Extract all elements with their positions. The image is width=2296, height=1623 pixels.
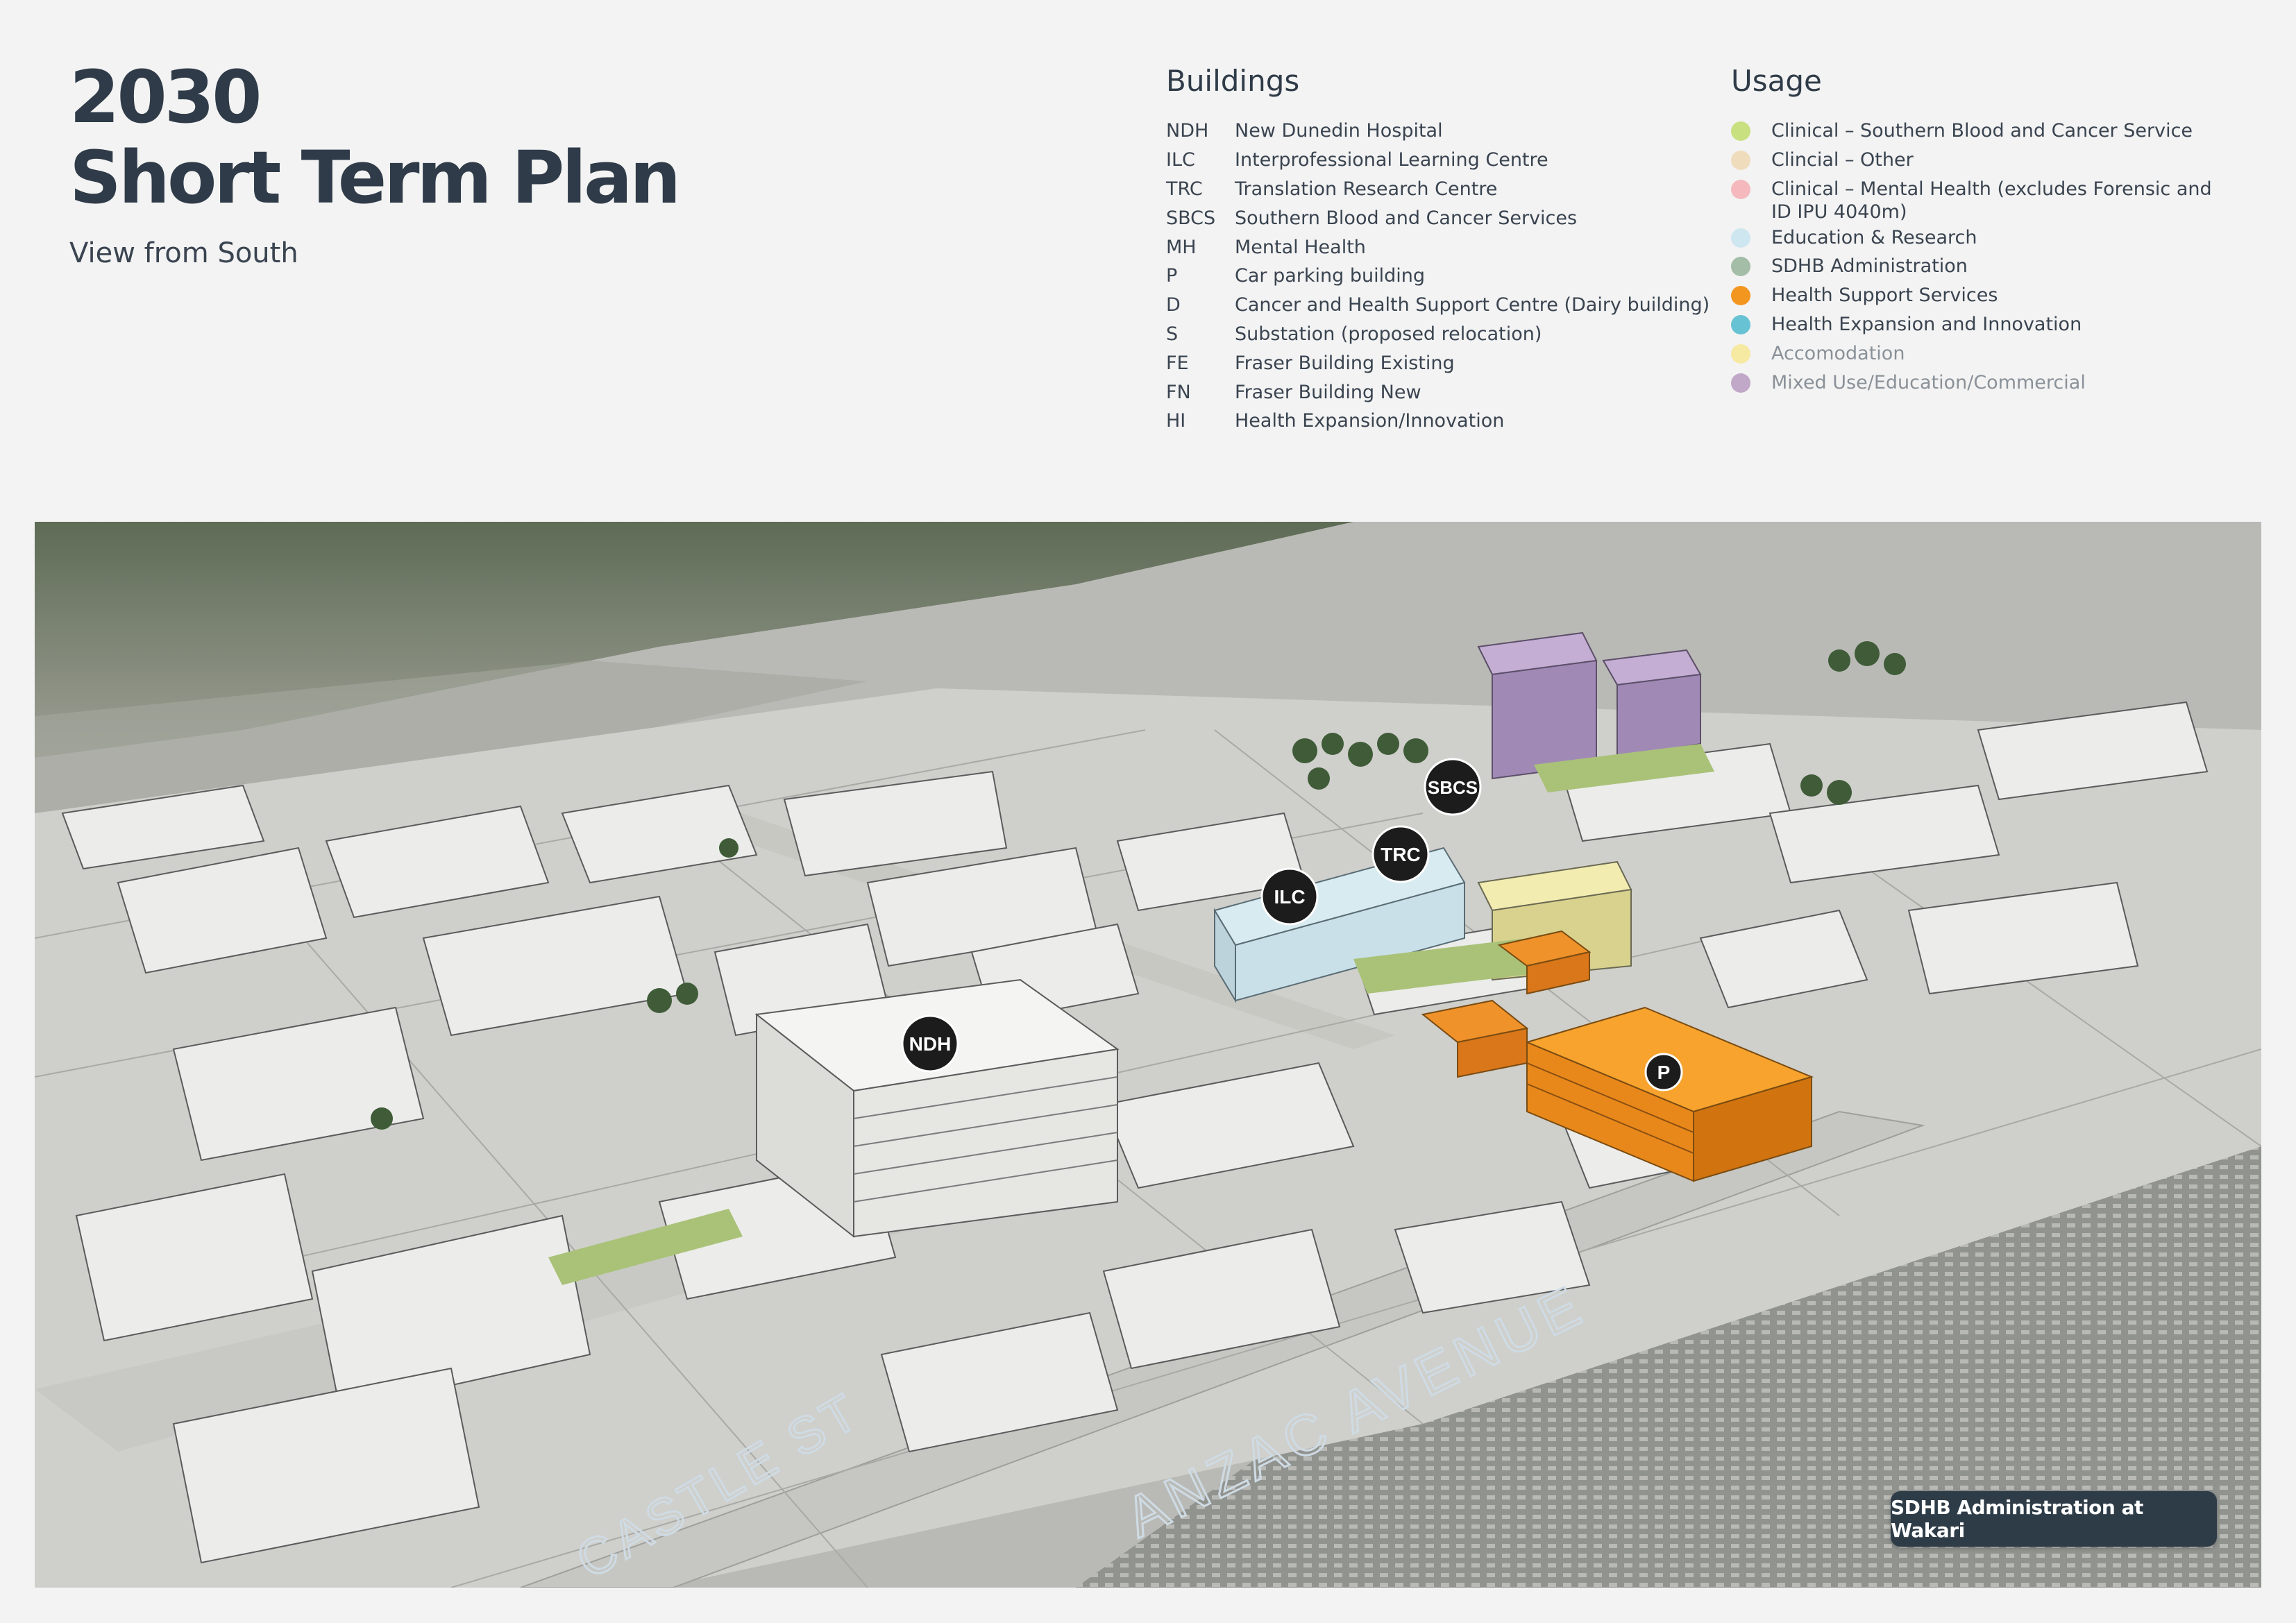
marker-label: TRC	[1381, 844, 1421, 865]
marker-ilc[interactable]: ILC	[1260, 867, 1319, 926]
building-name: Substation (proposed relocation)	[1235, 323, 1542, 345]
building-name: Translation Research Centre	[1235, 178, 1498, 200]
usage-row: Clinical – Mental Health (excludes Foren…	[1731, 175, 2231, 223]
wakari-administration-button[interactable]: SDHB Administration at Wakari	[1891, 1491, 2217, 1547]
legend-row: S Substation (proposed relocation)	[1166, 320, 1710, 349]
building-code: FE	[1166, 352, 1189, 374]
legend-row: FE Fraser Building Existing	[1166, 348, 1710, 377]
building-code: TRC	[1166, 178, 1203, 200]
building-name: Interprofessional Learning Centre	[1235, 149, 1548, 171]
usage-color-dot	[1731, 343, 1750, 364]
city-map: CASTLE ST ANZAC AVENUE NDH ILC TRC SBCS	[35, 522, 2261, 1588]
usage-label: Mixed Use/Education/Commercial	[1771, 371, 2086, 393]
building-code: SBCS	[1166, 207, 1216, 229]
legend-row: D Cancer and Health Support Centre (Dairy…	[1166, 291, 1710, 320]
legend-row: FN Fraser Building New	[1166, 377, 1710, 407]
usage-label: Health Expansion and Innovation	[1771, 313, 2082, 335]
usage-row: Clincial – Other	[1731, 146, 2231, 175]
usage-color-dot	[1731, 179, 1750, 199]
usage-label: Health Support Services	[1771, 284, 1998, 307]
building-code: FN	[1166, 381, 1191, 403]
page-title: 2030 Short Term Plan	[69, 55, 681, 220]
usage-row: Mixed Use/Education/Commercial	[1731, 368, 2231, 398]
usage-legend: Clinical – Southern Blood and Cancer Ser…	[1731, 117, 2231, 397]
usage-label: Accomodation	[1771, 342, 1905, 364]
usage-color-dot	[1731, 150, 1750, 170]
building-name: Mental Health	[1235, 236, 1366, 258]
building-name: Health Expansion/Innovation	[1235, 410, 1505, 432]
page-subtitle: View from South	[69, 237, 298, 269]
legend-row: MH Mental Health	[1166, 232, 1710, 262]
building-code: S	[1166, 323, 1179, 345]
marker-trc[interactable]: TRC	[1371, 825, 1430, 883]
legend-row: HI Health Expansion/Innovation	[1166, 407, 1710, 436]
building-name: Southern Blood and Cancer Services	[1235, 207, 1578, 229]
buildings-legend: NDH New Dunedin Hospital ILC Interprofessi…	[1166, 117, 1710, 436]
building-name: New Dunedin Hospital	[1235, 120, 1443, 142]
buildings-heading: Buildings	[1166, 64, 1300, 98]
building-code: P	[1166, 265, 1178, 287]
building-name: Fraser Building New	[1235, 381, 1421, 403]
usage-color-dot	[1731, 286, 1750, 306]
legend-row: P Car parking building	[1166, 262, 1710, 291]
title-plan: Short Term Plan	[69, 135, 681, 220]
marker-label: ILC	[1274, 886, 1305, 908]
usage-color-dot	[1731, 257, 1750, 277]
marker-label: NDH	[909, 1033, 952, 1055]
legend-row: ILC Interprofessional Learning Centre	[1166, 146, 1710, 175]
marker-sbcs[interactable]: SBCS	[1424, 758, 1482, 816]
usage-label: Education & Research	[1771, 226, 1977, 248]
legend-row: TRC Translation Research Centre	[1166, 175, 1710, 204]
usage-label: SDHB Administration	[1771, 255, 1968, 278]
usage-row: Education & Research	[1731, 223, 2231, 253]
title-year: 2030	[69, 55, 262, 139]
usage-heading: Usage	[1731, 64, 1822, 98]
usage-label: Clinical – Southern Blood and Cancer Ser…	[1771, 120, 2193, 142]
building-code: HI	[1166, 410, 1186, 432]
usage-row: Accomodation	[1731, 339, 2231, 368]
building-code: MH	[1166, 236, 1197, 258]
marker-ndh[interactable]: NDH	[901, 1014, 959, 1073]
usage-label: Clincial – Other	[1771, 148, 1914, 171]
usage-row: Health Expansion and Innovation	[1731, 310, 2231, 339]
usage-label: Clinical – Mental Health (excludes Foren…	[1771, 178, 2212, 223]
usage-row: Clinical – Southern Blood and Cancer Ser…	[1731, 117, 2231, 146]
building-name: Car parking building	[1235, 265, 1425, 287]
building-name: Cancer and Health Support Centre (Dairy …	[1235, 294, 1710, 316]
usage-color-dot	[1731, 314, 1750, 334]
building-code: ILC	[1166, 149, 1195, 171]
usage-color-dot	[1731, 228, 1750, 248]
building-name: Fraser Building Existing	[1235, 352, 1455, 374]
marker-label: SBCS	[1428, 777, 1478, 798]
usage-row: Health Support Services	[1731, 281, 2231, 310]
marker-label: P	[1657, 1062, 1671, 1083]
building-code: D	[1166, 294, 1181, 316]
legend-row: NDH New Dunedin Hospital	[1166, 117, 1710, 146]
usage-color-dot	[1731, 121, 1750, 141]
building-code: NDH	[1166, 120, 1209, 142]
usage-row: SDHB Administration	[1731, 252, 2231, 281]
legend-row: SBCS Southern Blood and Cancer Services	[1166, 203, 1710, 232]
map-illustration: CASTLE ST ANZAC AVENUE NDH ILC TRC SBCS	[35, 522, 2261, 1588]
usage-color-dot	[1731, 373, 1750, 393]
marker-p[interactable]: P	[1644, 1053, 1683, 1091]
